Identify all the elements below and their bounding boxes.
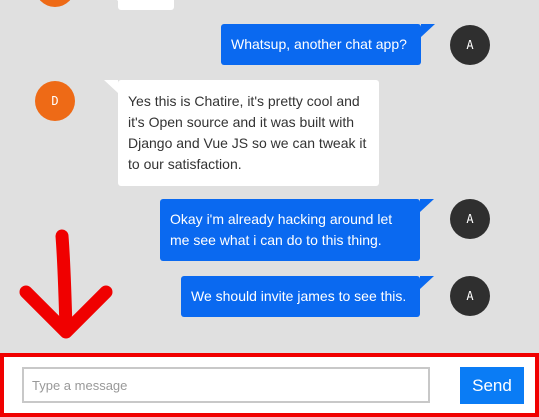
- message-incoming: [104, 0, 174, 10]
- message-incoming: Yes this is Chatire, it's pretty cool an…: [104, 80, 379, 186]
- avatar-self: A: [450, 276, 490, 316]
- send-button[interactable]: Send: [460, 367, 524, 404]
- avatar-self: A: [450, 25, 490, 65]
- message-list[interactable]: D Whatsup, another chat app? A D Yes thi…: [0, 0, 539, 353]
- avatar-self: A: [450, 199, 490, 239]
- avatar-other: D: [35, 81, 75, 121]
- message-outgoing: Okay i'm already hacking around let me s…: [160, 199, 434, 261]
- avatar-other: D: [35, 0, 75, 7]
- message-input[interactable]: [22, 367, 430, 403]
- message-composer: Send: [0, 353, 539, 417]
- message-outgoing: We should invite james to see this.: [181, 276, 434, 317]
- message-outgoing: Whatsup, another chat app?: [221, 24, 435, 65]
